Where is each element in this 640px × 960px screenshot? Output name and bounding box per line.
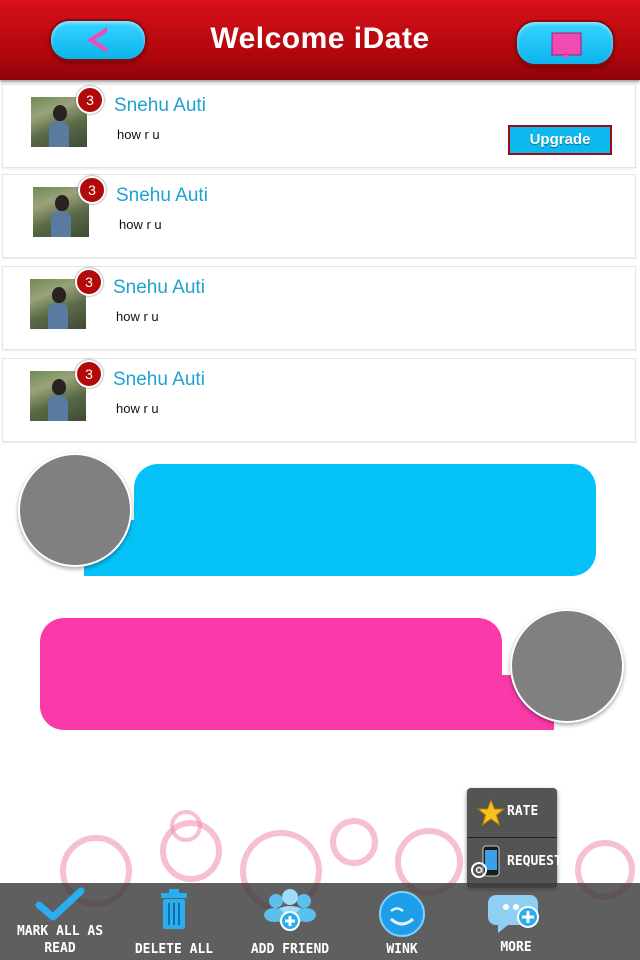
message-preview: how r u — [119, 217, 162, 232]
unread-badge: 3 — [75, 268, 103, 296]
contact-name: Snehu Auti — [113, 369, 205, 390]
conversation-row[interactable]: 3 Snehu Auti how r u — [2, 266, 636, 350]
mark-all-label-line2: READ — [44, 941, 76, 956]
more-menu-popup: RATE REQUEST — [467, 788, 562, 888]
message-preview: how r u — [117, 127, 160, 142]
conversation-row[interactable]: 3 Snehu Auti how r u — [2, 174, 636, 258]
more-label: MORE — [500, 940, 532, 955]
add-friend-button[interactable]: ADD FRIEND — [238, 883, 342, 960]
app-header: Welcome iDate — [0, 0, 640, 80]
more-icon — [488, 895, 539, 933]
conversation-row[interactable]: 3 Snehu Auti how r u Upgrade — [2, 84, 636, 168]
checkmark-icon — [35, 887, 85, 921]
contact-name: Snehu Auti — [116, 185, 208, 206]
mark-all-label-line1: MARK ALL AS — [16, 924, 104, 939]
message-preview: how r u — [116, 309, 159, 324]
message-preview: how r u — [116, 401, 159, 416]
mark-all-read-button[interactable]: MARK ALL AS READ — [8, 883, 112, 960]
page-title: Welcome iDate — [210, 22, 430, 55]
upgrade-button[interactable]: Upgrade — [508, 125, 612, 155]
incoming-message-bubble[interactable] — [134, 464, 596, 576]
rate-menu-item[interactable]: RATE — [467, 788, 557, 838]
delete-all-button[interactable]: DELETE ALL — [126, 883, 222, 960]
unread-badge: 3 — [75, 360, 103, 388]
trash-icon — [161, 889, 187, 929]
request-label: REQUEST — [507, 854, 562, 869]
request-menu-item[interactable]: REQUEST — [467, 838, 562, 888]
back-button[interactable] — [49, 19, 147, 61]
star-icon — [476, 798, 506, 827]
rate-label: RATE — [507, 804, 539, 819]
bottom-toolbar: MARK ALL AS READ DELETE ALL ADD FRIEND W… — [0, 883, 640, 960]
add-friend-label: ADD FRIEND — [250, 942, 330, 957]
wink-button[interactable]: WINK — [354, 883, 450, 960]
delete-all-label: DELETE ALL — [134, 942, 214, 957]
incoming-avatar — [18, 453, 132, 567]
more-button[interactable]: MORE — [466, 883, 566, 960]
add-friend-icon — [264, 889, 316, 931]
outgoing-avatar — [510, 609, 624, 723]
wink-icon — [379, 891, 425, 937]
mobile-at-icon — [471, 845, 500, 878]
contact-name: Snehu Auti — [113, 277, 205, 298]
unread-badge: 3 — [76, 86, 104, 114]
compose-message-button[interactable] — [515, 20, 615, 66]
contact-name: Snehu Auti — [114, 95, 206, 116]
conversation-row[interactable]: 3 Snehu Auti how r u — [2, 358, 636, 442]
message-icon — [551, 32, 582, 60]
unread-badge: 3 — [78, 176, 106, 204]
wink-label: WINK — [386, 942, 418, 957]
outgoing-message-bubble[interactable] — [40, 618, 502, 730]
chevron-left-icon — [87, 27, 107, 53]
